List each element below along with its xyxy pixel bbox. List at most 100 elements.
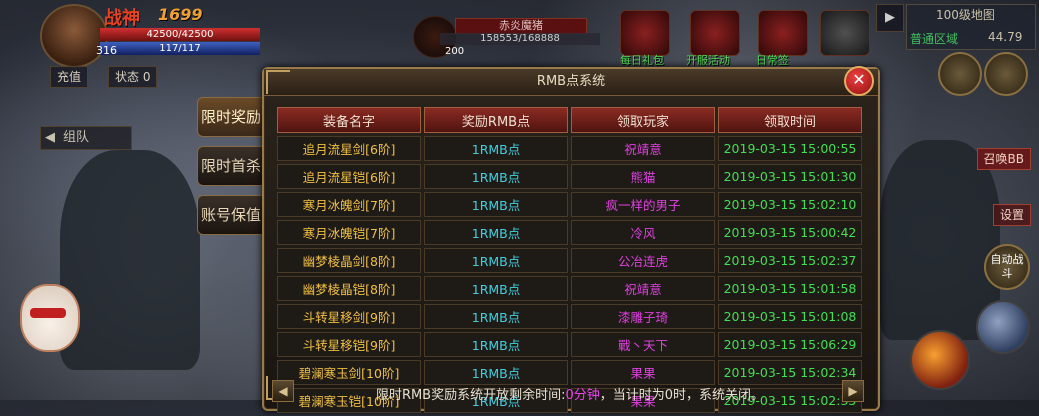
panel-title: RMB点系统: [264, 69, 878, 96]
reward-points-cell: 1RMB点: [424, 276, 568, 301]
skill-orb-icon[interactable]: [976, 300, 1030, 354]
map-name: 100级地图: [936, 8, 995, 22]
claim-time-cell: 2019-03-15 15:06:29: [718, 332, 862, 357]
settings-button[interactable]: 设置: [992, 204, 1031, 226]
player-level: 316: [96, 44, 117, 57]
claim-time-cell: 2019-03-15 15:02:10: [718, 192, 862, 217]
scroll-left-icon[interactable]: ◀: [272, 380, 294, 402]
column-header: 领取时间: [718, 107, 862, 133]
equipment-name-cell: 幽梦棱晶铠[8阶]: [277, 276, 421, 301]
map-area: 普通区域: [910, 32, 959, 46]
footer-prefix: 限时RMB奖励系统开放剩余时间:: [375, 388, 566, 403]
reward-points-cell: 1RMB点: [424, 164, 568, 189]
remaining-time: 0分钟: [565, 388, 600, 403]
equipment-name-cell: 斗转星移铠[9阶]: [277, 332, 421, 357]
player-name-cell: 疯一样的男子: [571, 192, 715, 217]
summon-button[interactable]: 召唤BB: [976, 148, 1031, 170]
auto-fight-label: 自动战斗: [990, 253, 1024, 280]
skill-orb-icon[interactable]: [910, 330, 970, 390]
reward-points-cell: 1RMB点: [424, 248, 568, 273]
mp-bar: 117/117: [100, 42, 260, 55]
player-name-cell: 冷风: [571, 220, 715, 245]
arrow-left-icon: ◀: [45, 130, 55, 145]
daily-icon[interactable]: [758, 10, 808, 56]
status-button[interactable]: 状态 0: [108, 66, 158, 88]
team-label: 组队: [63, 130, 90, 145]
reward-points-cell: 1RMB点: [424, 192, 568, 217]
corner-ornament: [266, 70, 290, 94]
table-row: 幽梦棱晶铠[8阶] 1RMB点 祝靖意 2019-03-15 15:01:58: [277, 276, 862, 301]
player-name-cell: 祝靖意: [571, 276, 715, 301]
claim-time-cell: 2019-03-15 15:01:08: [718, 304, 862, 329]
equipment-name-cell: 寒月冰魄铠[7阶]: [277, 220, 421, 245]
boss-hp: 158553/168888: [440, 33, 600, 45]
mascot-icon[interactable]: [20, 284, 80, 352]
tree-silhouette: [60, 150, 200, 370]
grid-menu-icon[interactable]: [984, 52, 1028, 96]
table-row: 追月流星铠[6阶] 1RMB点 熊猫 2019-03-15 15:01:30: [277, 164, 862, 189]
auto-fight-button[interactable]: 自动战斗: [984, 244, 1030, 290]
footer-suffix: ，当计时为0时，系统关闭。: [599, 388, 765, 403]
tab-account-value[interactable]: 账号保值: [197, 195, 265, 235]
event-icon[interactable]: [690, 10, 740, 56]
claim-time-cell: 2019-03-15 15:01:58: [718, 276, 862, 301]
table-row: 寒月冰魄剑[7阶] 1RMB点 疯一样的男子 2019-03-15 15:02:10: [277, 192, 862, 217]
table-row: 追月流星剑[6阶] 1RMB点 祝靖意 2019-03-15 15:00:55: [277, 136, 862, 161]
player-name-cell: 熊猫: [571, 164, 715, 189]
equipment-name-cell: 追月流星铠[6阶]: [277, 164, 421, 189]
claim-time-cell: 2019-03-15 15:02:37: [718, 248, 862, 273]
tab-limited-reward[interactable]: 限时奖励: [197, 97, 265, 137]
scroll-right-icon[interactable]: ▶: [842, 380, 864, 402]
top-icon-label: 开服活动: [686, 54, 730, 67]
boss-count: 200: [445, 46, 465, 57]
column-header: 装备名字: [277, 107, 421, 133]
table-row: 斗转星移铠[9阶] 1RMB点 戰丶天下 2019-03-15 15:06:29: [277, 332, 862, 357]
table-row: 幽梦棱晶剑[8阶] 1RMB点 公冶连虎 2019-03-15 15:02:37: [277, 248, 862, 273]
close-button[interactable]: ✕: [844, 66, 874, 96]
player-name-cell: 公冶连虎: [571, 248, 715, 273]
boss-name: 赤炎魔猪: [455, 18, 587, 34]
player-name-cell: 祝靖意: [571, 136, 715, 161]
recharge-button[interactable]: 充值: [50, 66, 89, 88]
claim-time-cell: 2019-03-15 15:00:42: [718, 220, 862, 245]
equipment-name-cell: 斗转星移剑[9阶]: [277, 304, 421, 329]
mascot-eyes: [30, 308, 66, 318]
play-icon[interactable]: ▶: [876, 4, 904, 32]
equipment-name-cell: 寒月冰魄剑[7阶]: [277, 192, 421, 217]
map-coords: 44.79: [988, 30, 1023, 44]
player-name-cell: 漆雕子琦: [571, 304, 715, 329]
player-name-cell: 果果: [571, 360, 715, 385]
player-avatar[interactable]: [40, 4, 108, 68]
table-row: 碧澜寒玉剑[10阶] 1RMB点 果果 2019-03-15 15:02:34: [277, 360, 862, 385]
trophy-icon[interactable]: [938, 52, 982, 96]
player-power: 1699: [158, 5, 203, 24]
status-label: 状态: [115, 70, 140, 84]
column-header: 奖励RMB点: [424, 107, 568, 133]
player-name: 战神: [104, 8, 140, 29]
team-tab[interactable]: ◀ 组队: [40, 126, 132, 150]
equipment-name-cell: 碧澜寒玉剑[10阶]: [277, 360, 421, 385]
reward-points-cell: 1RMB点: [424, 332, 568, 357]
reward-points-cell: 1RMB点: [424, 360, 568, 385]
column-header: 领取玩家: [571, 107, 715, 133]
claim-time-cell: 2019-03-15 15:02:34: [718, 360, 862, 385]
footer-notice: 限时RMB奖励系统开放剩余时间:0分钟，当计时为0时，系统关闭。: [300, 384, 840, 403]
reward-points-cell: 1RMB点: [424, 304, 568, 329]
top-icon-label: 每日礼包: [620, 54, 664, 67]
claim-time-cell: 2019-03-15 15:00:55: [718, 136, 862, 161]
reward-table: 装备名字 奖励RMB点 领取玩家 领取时间 追月流星剑[6阶] 1RMB点 祝靖意 2…: [274, 104, 865, 416]
top-icon-label: 日常签: [756, 54, 789, 67]
hp-bar: 42500/42500: [100, 28, 260, 41]
reward-points-cell: 1RMB点: [424, 136, 568, 161]
tab-first-kill[interactable]: 限时首杀: [197, 146, 265, 186]
reward-points-cell: 1RMB点: [424, 220, 568, 245]
table-row: 斗转星移剑[9阶] 1RMB点 漆雕子琦 2019-03-15 15:01:08: [277, 304, 862, 329]
status-count: 0: [142, 70, 151, 84]
equipment-name-cell: 幽梦棱晶剑[8阶]: [277, 248, 421, 273]
player-name-cell: 戰丶天下: [571, 332, 715, 357]
gift-pack-icon[interactable]: [620, 10, 670, 56]
warrior-icon[interactable]: [820, 10, 870, 56]
table-row: 寒月冰魄铠[7阶] 1RMB点 冷风 2019-03-15 15:00:42: [277, 220, 862, 245]
claim-time-cell: 2019-03-15 15:01:30: [718, 164, 862, 189]
equipment-name-cell: 追月流星剑[6阶]: [277, 136, 421, 161]
